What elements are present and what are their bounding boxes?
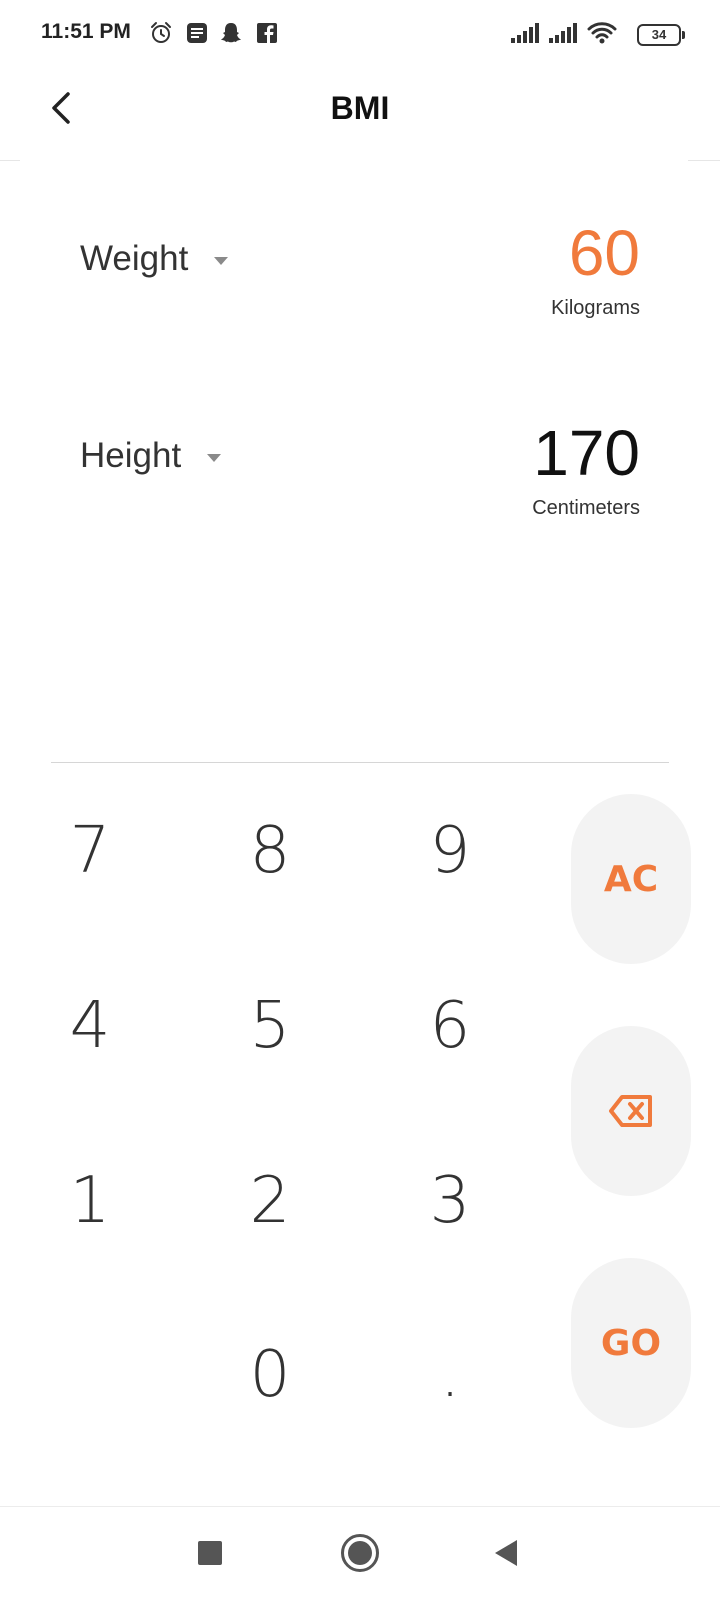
key-decimal[interactable]: . bbox=[395, 1330, 505, 1420]
alarm-icon bbox=[148, 20, 174, 46]
header-divider-left bbox=[0, 160, 20, 161]
recents-icon[interactable] bbox=[198, 1541, 222, 1565]
key-3[interactable]: 3 bbox=[395, 1156, 505, 1246]
backspace-icon bbox=[609, 1095, 652, 1127]
weight-unit: Kilograms bbox=[551, 297, 640, 319]
height-unit-selector[interactable]: Height bbox=[80, 436, 222, 476]
news-icon bbox=[184, 20, 210, 46]
clear-button[interactable]: AC bbox=[571, 794, 691, 964]
key-1[interactable]: 1 bbox=[35, 1156, 145, 1246]
page-title: BMI bbox=[330, 90, 390, 126]
key-2[interactable]: 2 bbox=[215, 1156, 325, 1246]
wifi-icon bbox=[586, 20, 618, 46]
nav-divider bbox=[0, 1506, 720, 1507]
status-bar: 11:51 PM 34 bbox=[0, 0, 720, 70]
weight-label: Weight bbox=[80, 239, 189, 278]
dropdown-caret-icon bbox=[207, 454, 222, 462]
header-divider-right bbox=[688, 160, 720, 161]
key-9[interactable]: 9 bbox=[395, 806, 505, 896]
weight-value[interactable]: 60 bbox=[569, 216, 640, 290]
delete-button[interactable] bbox=[571, 1026, 691, 1196]
snapchat-icon bbox=[218, 20, 244, 46]
key-0[interactable]: 0 bbox=[215, 1330, 325, 1420]
key-6[interactable]: 6 bbox=[395, 981, 505, 1071]
status-time: 11:51 PM bbox=[41, 20, 131, 43]
battery-icon: 34 bbox=[637, 24, 685, 46]
key-8[interactable]: 8 bbox=[215, 806, 325, 896]
height-label: Height bbox=[80, 436, 182, 475]
home-dot bbox=[348, 1541, 372, 1565]
dropdown-caret-icon bbox=[214, 257, 229, 265]
weight-unit-selector[interactable]: Weight bbox=[80, 239, 229, 279]
height-value[interactable]: 170 bbox=[533, 416, 640, 490]
facebook-icon bbox=[254, 20, 280, 46]
back-icon[interactable] bbox=[495, 1540, 517, 1566]
signal-icon bbox=[509, 20, 541, 46]
key-4[interactable]: 4 bbox=[35, 981, 145, 1071]
keypad-divider bbox=[51, 762, 669, 763]
height-unit: Centimeters bbox=[532, 497, 640, 519]
key-7[interactable]: 7 bbox=[35, 806, 145, 896]
home-icon[interactable] bbox=[341, 1534, 379, 1572]
go-button[interactable]: GO bbox=[571, 1258, 691, 1428]
key-5[interactable]: 5 bbox=[215, 981, 325, 1071]
signal-icon bbox=[547, 20, 579, 46]
